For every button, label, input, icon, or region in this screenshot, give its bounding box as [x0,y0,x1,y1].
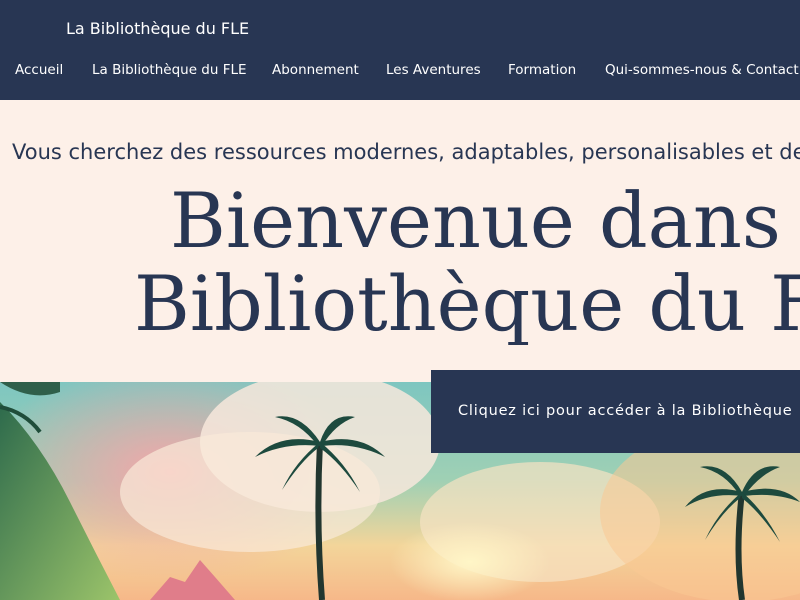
nav-item-contact[interactable]: Qui-sommes-nous & Contact [605,62,799,78]
headline-line-2: Bibliothèque du FLE [134,263,800,345]
nav-item-abonnement[interactable]: Abonnement [272,62,359,78]
nav-item-accueil[interactable]: Accueil [15,62,63,78]
library-access-button[interactable]: Cliquez ici pour accéder à la Bibliothèq… [431,370,800,453]
nav-item-formation[interactable]: Formation [508,62,576,78]
intro-section: Vous cherchez des ressources modernes, a… [0,100,800,382]
site-header: La Bibliothèque du FLE Accueil La Biblio… [0,0,800,100]
site-title[interactable]: La Bibliothèque du FLE [66,19,249,38]
nav-item-bibliotheque[interactable]: La Bibliothèque du FLE [92,62,247,78]
nav-item-aventures[interactable]: Les Aventures [386,62,481,78]
intro-subtitle: Vous cherchez des ressources modernes, a… [12,140,800,164]
main-nav: Accueil La Bibliothèque du FLE Abonnemen… [0,62,800,82]
headline-line-1: Bienvenue dans la [170,180,800,262]
